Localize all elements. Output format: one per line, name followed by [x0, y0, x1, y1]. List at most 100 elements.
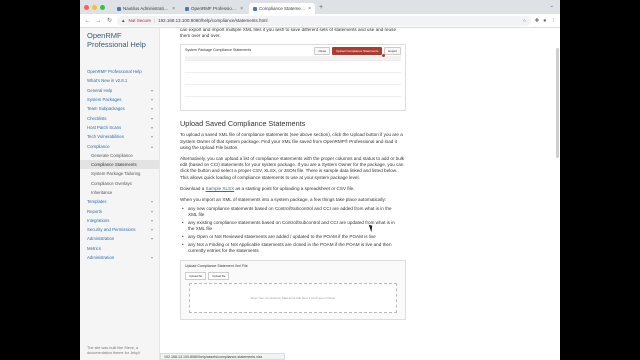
sidebar-item-administration-2[interactable]: Administration ▾: [80, 253, 159, 262]
chevron-down-icon: ▾: [150, 199, 153, 205]
sidebar-item-metrics[interactable]: Metrics: [80, 244, 159, 253]
sidebar-item-label: General Help: [87, 87, 113, 93]
close-window-button[interactable]: [84, 4, 89, 10]
upload-dialog-screenshot: Upload Compliance Statement Xml File Upl…: [180, 260, 406, 321]
bookmark-star-icon[interactable]: ☆: [523, 18, 527, 24]
screenshot-tab: Upload file: [185, 272, 207, 281]
chevron-down-icon: ▾: [150, 236, 153, 242]
tab-close-icon[interactable]: ×: [172, 6, 175, 12]
sidebar-item-label: System Packages: [87, 97, 122, 103]
sidebar-item-checklists[interactable]: Checklists ▾: [80, 113, 159, 122]
minimize-window-button[interactable]: [92, 4, 97, 10]
sidebar-subitem-package-tailoring[interactable]: System Package Tailoring: [80, 169, 159, 178]
forward-icon[interactable]: →: [95, 18, 102, 24]
list-item: any existing compliance statements based…: [180, 220, 398, 232]
favicon-icon: [117, 6, 121, 11]
page-scrollbar[interactable]: [556, 48, 559, 158]
security-label: Not Secure: [128, 18, 151, 23]
list-item: any Open or Not Reviewed statements are …: [180, 234, 398, 240]
chevron-down-icon: ▾: [150, 208, 153, 214]
chevron-up-icon: ▴: [150, 143, 153, 149]
sidebar-item-label: Tech Vulnerabilities: [87, 134, 124, 140]
statements-screenshot: System Package Compliance Statements Clo…: [180, 44, 406, 112]
sidebar-subitem-generate-compliance[interactable]: Generate Compliance: [80, 151, 159, 160]
chevron-down-icon: ▾: [150, 217, 153, 223]
sidebar-item-label: Reports: [87, 208, 103, 214]
alternative-paragraph: Alternatively, you can upload a list of …: [180, 156, 405, 180]
brand-title[interactable]: OpenRMF Professional Help: [80, 28, 159, 49]
sidebar-item-label: Security and Permissions: [87, 227, 136, 233]
chevron-down-icon: ▾: [150, 106, 153, 112]
sidebar-subitem-compliance-overlays[interactable]: Compliance Overlays: [80, 179, 159, 188]
sidebar-item-general-help[interactable]: General Help ▾: [80, 86, 159, 95]
tab-search-icon[interactable]: ⌄: [550, 3, 554, 9]
sidebar-item-label: Inheritance: [91, 190, 113, 195]
screenshot-buttons: Close Upload Compliance Statements Expor…: [314, 47, 401, 56]
tab-close-icon[interactable]: ×: [240, 6, 243, 12]
screenshot-table-row: [185, 73, 401, 86]
profile-icon[interactable]: ●: [543, 18, 546, 24]
sidebar-item-label: System Package Tailoring: [91, 171, 141, 177]
sample-xlsx-link[interactable]: Sample XLSX: [206, 186, 235, 191]
sidebar-item-label: Compliance: [87, 143, 110, 149]
list-item: any Not a Finding or Not Applicable stat…: [180, 242, 398, 254]
sidebar-item-tech-vulnerabilities[interactable]: Tech Vulnerabilities ▾: [80, 132, 159, 141]
toolbar-icons: ✚ ● ⋮: [535, 18, 556, 24]
sidebar-item-label: Administration: [87, 236, 115, 242]
section-heading: Upload Saved Compliance Statements: [180, 119, 306, 129]
browser-window: Nautilus Administration UI × OpenRMF Pro…: [80, 0, 560, 360]
chevron-down-icon: ▾: [150, 97, 153, 103]
chevron-down-icon: ▾: [150, 255, 153, 261]
sidebar-item-security-permissions[interactable]: Security and Permissions ▾: [80, 225, 159, 234]
sidebar-item-label: Host Patch Scans: [87, 124, 122, 130]
screenshot-tab: Upload file: [208, 272, 230, 281]
sidebar-item-system-packages[interactable]: System Packages ▾: [80, 95, 159, 104]
screenshot-upload-button: Upload Compliance Statements: [332, 47, 383, 56]
tab-title: OpenRMF Professional | Upda: [191, 6, 238, 11]
sidebar-footer: The site was built like Steve, a documen…: [87, 346, 140, 355]
browser-tab[interactable]: OpenRMF Professional | Upda ×: [181, 3, 247, 14]
sidebar-subitem-inheritance[interactable]: Inheritance: [80, 188, 159, 197]
sidebar-item-label: What's New in v2.8.1: [87, 78, 128, 84]
screenshot-table-row: [185, 85, 401, 98]
new-tab-icon[interactable]: +: [319, 4, 323, 11]
browser-tab-active[interactable]: Compliance Statements - Op ×: [249, 3, 315, 14]
back-icon[interactable]: ←: [84, 18, 91, 24]
sidebar-item-host-patch-scans[interactable]: Host Patch Scans ▾: [80, 123, 159, 132]
sidebar-subitem-compliance-statements[interactable]: Compliance Statements: [80, 159, 159, 170]
sidebar-item-reports[interactable]: Reports ▾: [80, 206, 159, 215]
import-paragraph: When you import an XML of statements int…: [180, 197, 387, 203]
sidebar-item-whats-new[interactable]: What's New in v2.8.1: [80, 76, 159, 85]
menu-icon[interactable]: ⋮: [551, 18, 557, 24]
sidebar-nav: OpenRMF Professional Help What's New in …: [80, 67, 159, 262]
sidebar-item-administration[interactable]: Administration ▾: [80, 234, 159, 243]
intro-paragraph: can export and import multiple XML files…: [180, 28, 397, 39]
screenshot-close-button: Close: [314, 47, 331, 56]
omnibox-divider: |: [153, 18, 156, 23]
upload-paragraph: To upload a saved XML file of compliance…: [180, 132, 403, 150]
sidebar-item-team-subpackages[interactable]: Team Subpackages ▾: [80, 104, 159, 113]
brand-line-1: OpenRMF: [87, 31, 122, 40]
extensions-icon[interactable]: ✚: [535, 18, 540, 24]
screenshot-export-button: Export: [384, 47, 401, 56]
browser-toolbar: ← → ↻ ▲ Not Secure | 192.168.13.100:8080…: [80, 14, 560, 28]
zoom-window-button[interactable]: [100, 4, 105, 10]
sidebar-item-label: Metrics: [87, 245, 101, 251]
url-text: 192.168.13.100:8080/help/compliance/stat…: [158, 18, 268, 23]
reload-icon[interactable]: ↻: [106, 17, 113, 24]
sidebar-item-compliance[interactable]: Compliance ▴: [80, 141, 159, 150]
warning-icon: ▲: [121, 18, 126, 23]
screenshot-dropzone: Drop Your Compliance Statement File here…: [189, 283, 397, 314]
main-content: can export and import multiple XML files…: [160, 28, 560, 360]
screenshot-table-row: [185, 61, 401, 74]
browser-tab[interactable]: Nautilus Administration UI ×: [113, 3, 179, 14]
sidebar-item-label: Checklists: [87, 115, 107, 121]
sidebar-item-integrations[interactable]: Integrations ▾: [80, 216, 159, 225]
address-bar[interactable]: ▲ Not Secure | 192.168.13.100:8080/help/…: [117, 15, 531, 26]
sidebar-item-label: Team Subpackages: [87, 106, 125, 112]
sidebar-item-templates[interactable]: Templates ▾: [80, 197, 159, 206]
sidebar-item-help-home[interactable]: OpenRMF Professional Help: [80, 67, 159, 76]
window-controls: [84, 4, 105, 10]
sidebar-item-label: OpenRMF Professional Help: [87, 69, 142, 75]
tab-close-icon[interactable]: ×: [308, 6, 311, 12]
